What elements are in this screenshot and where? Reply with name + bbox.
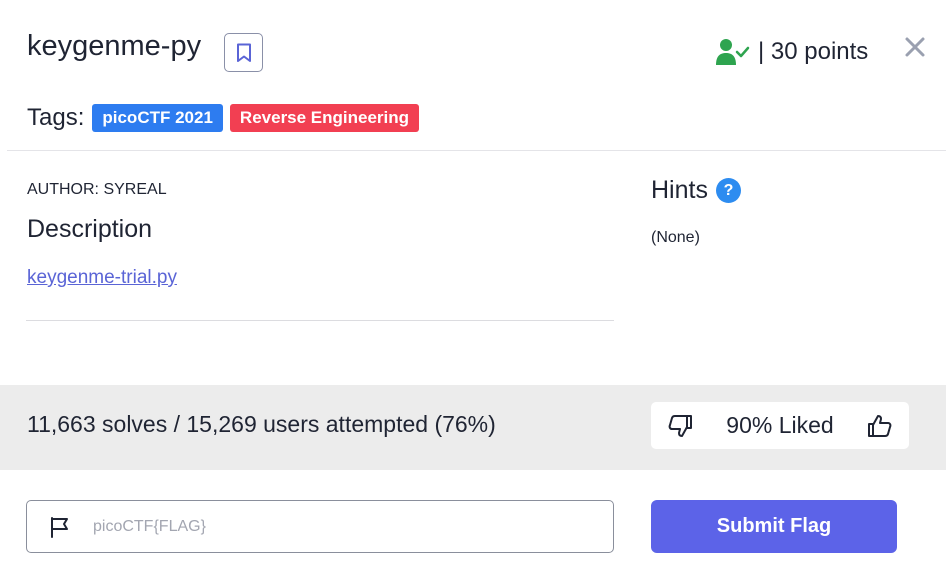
close-icon xyxy=(905,37,925,57)
points-label: | 30 points xyxy=(758,38,869,65)
flag-icon xyxy=(51,516,68,538)
hints-header: Hints ? xyxy=(651,176,741,205)
help-icon[interactable]: ? xyxy=(715,178,741,203)
header-divider xyxy=(7,150,946,151)
challenge-title: keygenme-py xyxy=(27,30,202,62)
liked-percentage: 90% Liked xyxy=(726,412,834,438)
tags-row: Tags: picoCTF 2021 Reverse Engineering xyxy=(27,104,426,132)
user-check-icon xyxy=(716,39,750,65)
hints-heading: Hints xyxy=(651,176,708,204)
close-button[interactable] xyxy=(902,34,928,60)
author-label: AUTHOR: SYREAL xyxy=(27,181,167,198)
hints-value: (None) xyxy=(651,229,700,246)
tag-reverse-engineering[interactable]: Reverse Engineering xyxy=(229,104,420,132)
challenge-header: keygenme-py | 30 points Tags: picoCTF 20… xyxy=(0,0,946,151)
solves-stats: 11,663 solves / 15,269 users attempted (… xyxy=(27,411,496,437)
likes-card: 90% Liked xyxy=(651,402,909,449)
bookmark-button[interactable] xyxy=(224,33,263,72)
dislike-button[interactable] xyxy=(666,412,694,440)
thumbs-down-icon xyxy=(668,414,692,437)
bookmark-icon xyxy=(236,43,251,62)
flag-input-group xyxy=(26,500,614,553)
submit-flag-button[interactable]: Submit Flag xyxy=(651,500,897,553)
tag-picoctf-2021[interactable]: picoCTF 2021 xyxy=(92,104,223,132)
tags-label: Tags: xyxy=(27,104,85,131)
like-button[interactable] xyxy=(866,412,894,440)
description-heading: Description xyxy=(27,215,153,243)
flag-input[interactable] xyxy=(91,516,575,537)
file-download-link[interactable]: keygenme-trial.py xyxy=(27,267,177,289)
thumbs-up-icon xyxy=(867,414,892,437)
points-display: | 30 points xyxy=(716,34,868,70)
description-divider xyxy=(26,320,614,321)
